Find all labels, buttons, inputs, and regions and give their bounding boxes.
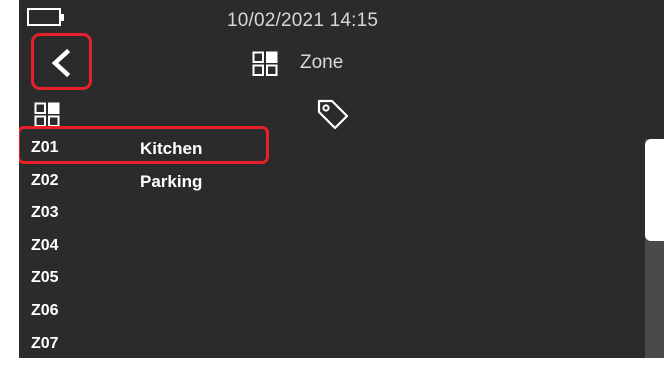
zone-code: Z03 [31, 204, 59, 222]
zone-code: Z07 [31, 334, 59, 352]
zone-row-z03[interactable]: Z03 [19, 196, 279, 229]
zone-name: Parking [140, 171, 203, 191]
zone-list: Z01 Kitchen Z02 Parking Z03 Z04 Z05 Z06 … [19, 126, 279, 358]
battery-icon [27, 8, 64, 26]
grid-icon [252, 51, 278, 76]
zone-row-z06[interactable]: Z06 [19, 294, 279, 327]
status-datetime: 10/02/2021 14:15 [227, 10, 379, 31]
zone-code: Z04 [31, 236, 59, 254]
zone-code: Z06 [31, 301, 59, 319]
scrollbar-thumb[interactable] [645, 139, 664, 241]
zone-row-z01[interactable]: Z01 Kitchen [19, 126, 279, 164]
zone-row-z05[interactable]: Z05 [19, 261, 279, 294]
back-button[interactable] [31, 33, 92, 90]
chevron-left-icon [51, 49, 71, 77]
zone-code: Z01 [31, 139, 59, 156]
zone-code: Z02 [31, 171, 59, 189]
zone-row-z02[interactable]: Z02 Parking [19, 164, 279, 197]
device-screen: 10/02/2021 14:15 Zone Z01 Kitchen Z02 Pa… [19, 0, 664, 358]
grid-icon [34, 102, 60, 127]
zone-row-z07[interactable]: Z07 [19, 327, 279, 358]
page-title: Zone [300, 52, 344, 73]
zone-row-z04[interactable]: Z04 [19, 229, 279, 262]
tag-icon [317, 99, 349, 130]
zone-name: Kitchen [140, 139, 203, 158]
zone-code: Z05 [31, 269, 59, 287]
